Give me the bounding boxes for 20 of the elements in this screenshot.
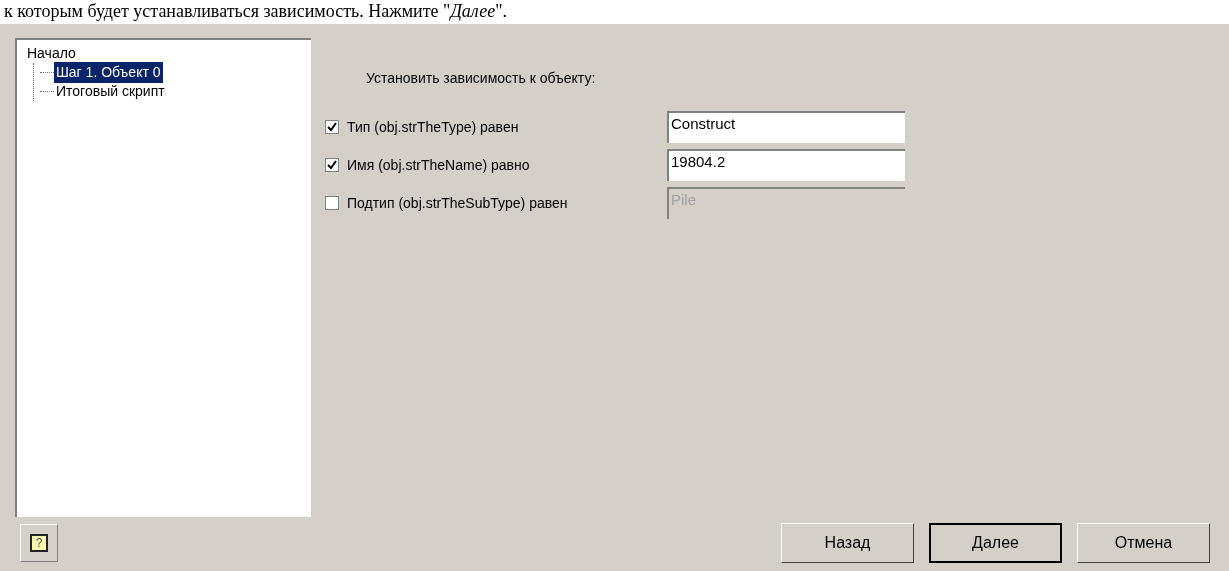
condition-label: Тип (obj.strTheType) равен: [347, 117, 520, 137]
checkbox[interactable]: [325, 196, 339, 210]
dialog-button[interactable]: Далее: [929, 523, 1062, 563]
dialog-button[interactable]: Отмена: [1077, 523, 1210, 563]
condition-label: Имя (obj.strTheName) равно: [347, 155, 531, 175]
checkmark-icon: [327, 122, 337, 132]
value-field[interactable]: 19804.2: [667, 149, 905, 181]
condition-label: Подтип (obj.strTheSubType) равен: [347, 193, 569, 213]
help-icon: ?: [30, 534, 48, 552]
section-heading: Установить зависимость к объекту:: [366, 69, 597, 88]
tree-item[interactable]: Шаг 1. Объект 0: [54, 62, 163, 83]
tree-item[interactable]: Начало: [25, 43, 78, 64]
checkbox[interactable]: [325, 158, 339, 172]
help-button[interactable]: ?: [20, 524, 58, 562]
dialog-button[interactable]: Назад: [781, 523, 914, 563]
value-field[interactable]: Construct: [667, 111, 905, 143]
instruction-text: к которым будет устанавливаться зависимость. Нажмите "Далее".: [4, 1, 507, 21]
tree-item[interactable]: Итоговый скрипт: [54, 81, 167, 102]
checkbox[interactable]: [325, 120, 339, 134]
checkmark-icon: [327, 160, 337, 170]
